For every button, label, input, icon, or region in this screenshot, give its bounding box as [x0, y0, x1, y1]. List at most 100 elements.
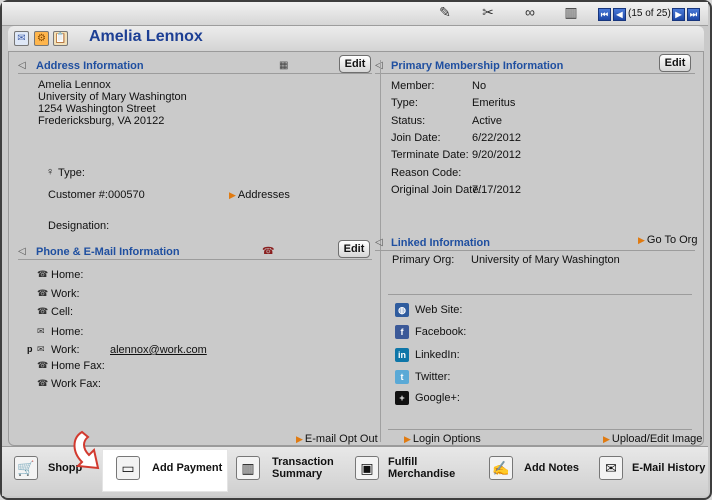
phone-icon: ☎ [37, 288, 49, 298]
email-history-button[interactable]: E-Mail History [632, 462, 705, 474]
contact-label: Home Fax: [51, 360, 105, 372]
linked-section-title: Linked Information [391, 237, 490, 249]
customer-number-value: 000570 [108, 189, 145, 201]
contact-label: Work: [51, 344, 80, 356]
mail-icon[interactable]: ✉ [14, 31, 29, 46]
social-divider [388, 294, 692, 295]
social-label: Twitter: [415, 371, 451, 383]
linked-divider [375, 250, 695, 251]
social-label: Google+: [415, 392, 460, 404]
fulfill-merchandise-line2[interactable]: Merchandise [388, 468, 455, 480]
facebook-icon[interactable]: f [395, 325, 409, 339]
phone-divider [18, 259, 372, 260]
no-phone-icon: ☎ [262, 246, 275, 257]
customer-number-label: Customer #: [48, 189, 108, 201]
phone-icon: ☎ [37, 306, 49, 316]
fax-icon: ☎ [37, 378, 49, 388]
membership-value: Emeritus [472, 97, 516, 110]
addresses-link[interactable]: ▶ Addresses [229, 189, 290, 201]
email-history-icon[interactable]: ✉ [599, 456, 623, 480]
column-divider [380, 60, 381, 442]
first-page-button[interactable]: ⏮ [598, 8, 611, 21]
person-icon: ♀ [46, 166, 55, 178]
transaction-summary-line1[interactable]: Transaction [272, 456, 334, 468]
pencil-icon[interactable]: ✎ [434, 4, 456, 20]
address-line-4: Fredericksburg, VA 20122 [38, 115, 165, 127]
upload-image-link[interactable]: ▶ Upload/Edit Image [603, 433, 702, 445]
collapse-icon[interactable]: ◁ [375, 60, 383, 71]
type-label: Type: [58, 167, 85, 179]
fax-icon: ☎ [37, 360, 49, 370]
membership-divider [375, 73, 695, 74]
membership-label: Status: [391, 114, 426, 127]
mail-icon: ✉ [37, 326, 45, 336]
pager-text: (15 of 25) [628, 8, 671, 19]
contact-value[interactable]: alennox@work.com [110, 344, 207, 356]
note-icon[interactable]: ✍ [489, 456, 513, 480]
membership-label: Reason Code: [391, 166, 462, 179]
membership-value: No [472, 80, 487, 92]
membership-value: 7/17/2012 [472, 183, 521, 196]
membership-label: Type: [391, 97, 418, 110]
membership-value: 9/20/2012 [472, 149, 521, 162]
phone-icon: ☎ [37, 269, 49, 279]
social-label: Web Site: [415, 304, 463, 316]
pointer-arrow [73, 430, 100, 470]
primary-flag: p [27, 344, 33, 354]
social-label: LinkedIn: [415, 349, 460, 361]
contact-label: Home: [51, 269, 84, 281]
membership-label: Join Date: [391, 131, 441, 144]
address-line-1: Amelia Lennox [38, 79, 111, 91]
previous-page-button[interactable]: ◀ [613, 8, 626, 21]
contact-label: Cell: [51, 306, 74, 318]
address-divider [18, 73, 372, 74]
orange-gear-icon[interactable]: ⚙ [34, 31, 49, 46]
edit-address-button[interactable]: Edit [339, 55, 371, 73]
membership-value: Active [472, 114, 502, 127]
login-options-link[interactable]: ▶ Login Options [404, 433, 481, 445]
collapse-icon[interactable]: ◁ [18, 246, 26, 257]
address-line-2: University of Mary Washington [38, 91, 187, 103]
box-icon[interactable]: ▣ [355, 456, 379, 480]
membership-label: Original Join Date: [391, 183, 482, 196]
membership-value: 6/22/2012 [472, 131, 521, 144]
contact-label: Home: [51, 326, 84, 338]
fulfill-merchandise-line1[interactable]: Fulfill [388, 456, 417, 468]
transaction-summary-line2[interactable]: Summary [272, 468, 322, 480]
contact-label: Work: [51, 288, 80, 300]
chart-icon[interactable]: ▥ [560, 4, 582, 20]
globe-icon[interactable]: ◍ [395, 303, 409, 317]
collapse-icon[interactable]: ◁ [18, 60, 26, 71]
social-label: Facebook: [415, 326, 467, 338]
mail-icon: ✉ [37, 344, 45, 354]
bar-chart-icon[interactable]: ▥ [236, 456, 260, 480]
go-to-org-link[interactable]: ▶ Go To Org [638, 234, 697, 246]
primary-org-value: University of Mary Washington [471, 254, 620, 266]
edit-membership-button[interactable]: Edit [659, 54, 691, 72]
add-notes-button[interactable]: Add Notes [524, 462, 579, 474]
primary-org-label: Primary Org: [392, 254, 455, 266]
main-panel [8, 26, 704, 446]
membership-label: Terminate Date: [391, 149, 469, 162]
last-page-button[interactable]: ⏭ [687, 8, 700, 21]
address-section-title: Address Information [36, 60, 144, 72]
address-line-3: 1254 Washington Street [38, 103, 156, 115]
clipboard-icon[interactable]: 📋 [53, 31, 68, 46]
contact-label: Work Fax: [51, 378, 101, 390]
linkedin-icon[interactable]: in [395, 348, 409, 362]
collapse-icon[interactable]: ◁ [375, 237, 383, 248]
email-opt-out-link[interactable]: ▶ E-mail Opt Out [296, 433, 378, 445]
edit-phone-button[interactable]: Edit [338, 240, 370, 258]
cart-icon[interactable]: 🛒 [14, 456, 38, 480]
phone-section-title: Phone & E-Mail Information [36, 246, 180, 258]
bottom-links-divider [388, 429, 692, 430]
twitter-icon[interactable]: t [395, 370, 409, 384]
membership-section-title: Primary Membership Information [391, 60, 564, 72]
link-icon[interactable]: ∞ [519, 4, 541, 20]
building-icon: ▦ [279, 60, 289, 71]
google-plus-icon[interactable]: + [395, 391, 409, 405]
add-payment-button[interactable]: Add Payment [152, 462, 222, 474]
next-page-button[interactable]: ▶ [672, 8, 685, 21]
tools-icon[interactable]: ✂ [477, 4, 499, 20]
designation-label: Designation: [48, 220, 110, 232]
